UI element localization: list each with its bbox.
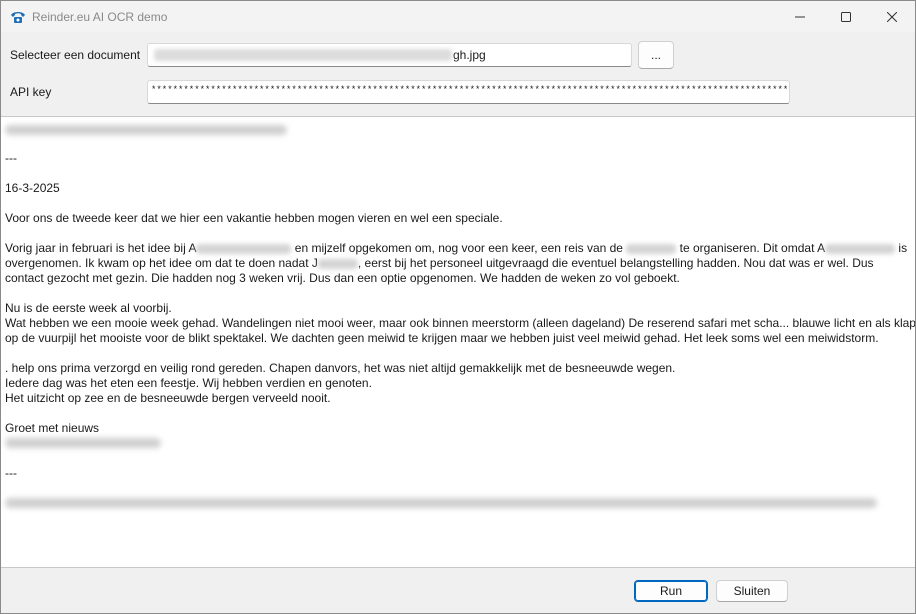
app-window: Reinder.eu AI OCR demo Selecteer een doc… bbox=[0, 0, 916, 614]
ocr-line: overgenomen. Ik kwam op het idee om dat … bbox=[5, 256, 874, 271]
ocr-fragment: , eerst bij het personeel uitgevraagd di… bbox=[357, 256, 874, 270]
maximize-button[interactable] bbox=[823, 1, 869, 32]
ocr-line: Iedere dag was het eten een feestje. Wij… bbox=[5, 376, 372, 390]
redacted-signature bbox=[5, 438, 161, 448]
ocr-fragment: en mijzelf opgekomen om, nog voor een ke… bbox=[291, 241, 627, 255]
ocr-line: Groet met nieuws bbox=[5, 421, 100, 435]
ocr-fragment: is bbox=[895, 241, 908, 255]
redacted-footer-line bbox=[5, 498, 877, 508]
ocr-fragment: Vorig jaar in februari is het idee bij A bbox=[5, 241, 197, 255]
browse-button[interactable]: ... bbox=[638, 41, 674, 69]
close-icon bbox=[887, 11, 897, 22]
ocr-line: Het uitzicht op zee en de besneeuwde ber… bbox=[5, 391, 331, 405]
window-title: Reinder.eu AI OCR demo bbox=[32, 10, 168, 24]
redacted-name bbox=[825, 243, 896, 254]
maximize-icon bbox=[841, 11, 851, 22]
redacted-path bbox=[154, 49, 452, 61]
ocr-line: 16-3-2025 bbox=[5, 181, 60, 195]
api-key-label: API key bbox=[10, 85, 52, 99]
document-label: Selecteer een document bbox=[10, 48, 141, 62]
sluiten-button[interactable]: Sluiten bbox=[716, 580, 788, 602]
redacted-heading bbox=[5, 125, 287, 135]
ocr-line: op de vuurpijl het mooiste voor de blikt… bbox=[5, 331, 879, 345]
ocr-line: Nu is de eerste week al voorbij. bbox=[5, 301, 172, 315]
document-path-input[interactable]: gh.jpg bbox=[147, 43, 632, 67]
ocr-line: --- bbox=[5, 151, 17, 165]
title-bar[interactable]: Reinder.eu AI OCR demo bbox=[1, 1, 915, 32]
minimize-icon bbox=[795, 16, 805, 17]
ocr-line: Voor ons de tweede keer dat we hier een … bbox=[5, 211, 503, 225]
ocr-line: . help ons prima verzorgd en veilig rond… bbox=[5, 361, 676, 375]
ocr-line: Wat hebben we een mooie week gehad. Wand… bbox=[5, 316, 915, 330]
run-button[interactable]: Run bbox=[634, 580, 708, 602]
redacted-name bbox=[196, 243, 292, 254]
minimize-button[interactable] bbox=[777, 1, 823, 32]
telephone-icon bbox=[11, 12, 25, 23]
ocr-fragment: te organiseren. Dit omdat A bbox=[676, 241, 826, 255]
api-key-input[interactable]: ****************************************… bbox=[147, 80, 790, 104]
redacted-name bbox=[317, 258, 358, 269]
document-filename: gh.jpg bbox=[453, 48, 486, 62]
ocr-result-textarea[interactable]: --- 16-3-2025 Voor ons de tweede keer da… bbox=[1, 116, 915, 568]
close-window-button[interactable] bbox=[869, 1, 915, 32]
ocr-line: Vorig jaar in februari is het idee bij A… bbox=[5, 241, 907, 256]
ocr-line: contact gezocht met gezin. Die hadden no… bbox=[5, 271, 680, 285]
ocr-fragment: overgenomen. Ik kwam op het idee om dat … bbox=[5, 256, 318, 270]
ocr-line: --- bbox=[5, 466, 17, 480]
redacted-name bbox=[626, 243, 677, 254]
